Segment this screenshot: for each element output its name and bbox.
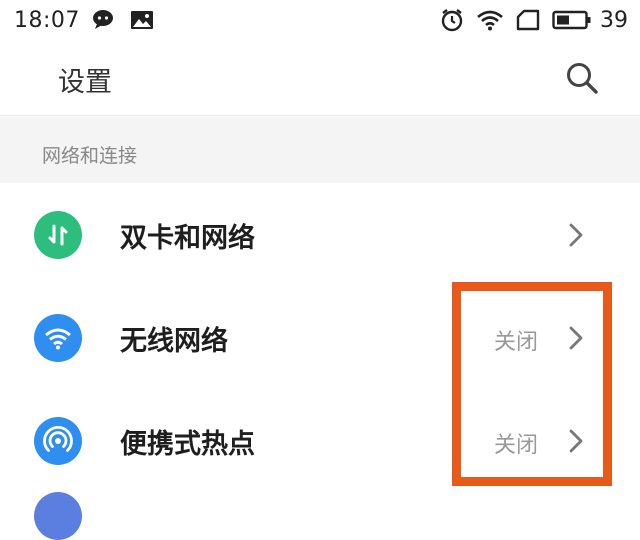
dual-sim-icon bbox=[34, 211, 82, 259]
chevron-right-icon bbox=[569, 326, 583, 350]
settings-item-label: 双卡和网络 bbox=[120, 223, 255, 254]
settings-item-label: 便携式热点 bbox=[120, 429, 255, 460]
settings-item-wifi[interactable]: 无线网络 关闭 bbox=[0, 286, 640, 389]
settings-item-status: 关闭 bbox=[494, 433, 539, 458]
gallery-icon bbox=[130, 10, 154, 30]
wifi-icon bbox=[34, 314, 82, 362]
section-title: 网络和连接 bbox=[42, 145, 138, 167]
search-button[interactable] bbox=[562, 58, 602, 98]
chevron-right-icon bbox=[569, 223, 583, 247]
next-item-icon[interactable] bbox=[34, 492, 82, 540]
wifi-icon bbox=[476, 9, 504, 31]
wechat-icon bbox=[92, 9, 118, 31]
sim-icon bbox=[516, 9, 540, 31]
search-icon bbox=[567, 63, 598, 94]
alarm-icon bbox=[440, 8, 464, 32]
settings-item-status: 关闭 bbox=[494, 330, 539, 355]
chevron-right-icon bbox=[569, 429, 583, 453]
status-bar-right: 39 bbox=[440, 8, 628, 33]
page-title: 设置 bbox=[58, 67, 112, 98]
settings-item-label: 无线网络 bbox=[120, 326, 228, 357]
hotspot-icon bbox=[34, 417, 82, 465]
section-header: 网络和连接 bbox=[0, 117, 640, 183]
battery-icon bbox=[552, 10, 592, 30]
status-time: 18:07 bbox=[14, 7, 80, 33]
status-bar-left: 18:07 bbox=[14, 8, 154, 33]
settings-item-hotspot[interactable]: 便携式热点 关闭 bbox=[0, 389, 640, 492]
app-header: 设置 bbox=[0, 40, 640, 116]
battery-level: 39 bbox=[600, 7, 628, 33]
settings-list: 双卡和网络 无线网络 关闭 便携式热点 关闭 bbox=[0, 183, 640, 492]
status-bar: 18:07 39 bbox=[0, 0, 640, 40]
settings-item-dual-sim[interactable]: 双卡和网络 bbox=[0, 183, 640, 286]
